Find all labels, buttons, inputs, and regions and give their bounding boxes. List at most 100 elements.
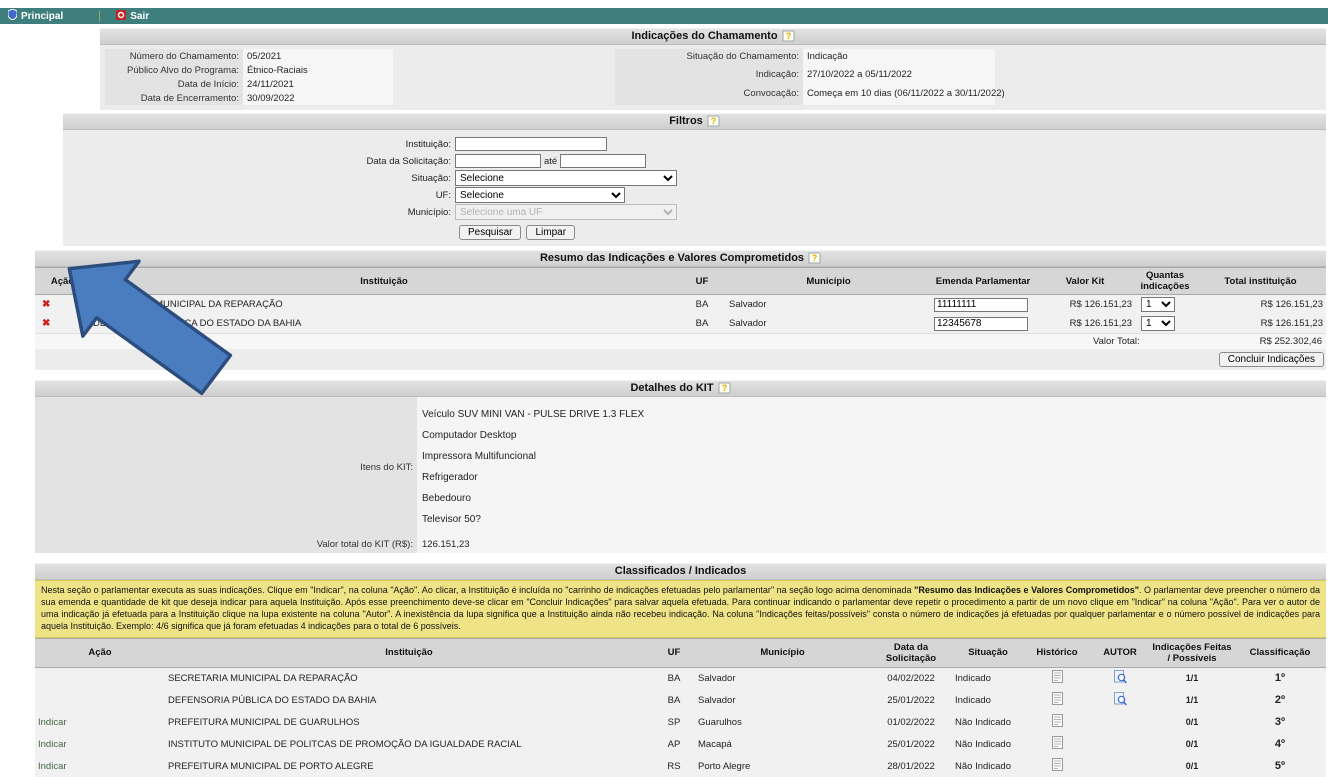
data-inicio-input[interactable] <box>455 154 541 168</box>
classificacao-cell: 1º <box>1234 667 1326 689</box>
help-icon[interactable]: ? <box>782 30 795 42</box>
uf-label: UF: <box>63 190 455 201</box>
instituicao-cell: SECRETARIA MUNICIPAL DA REPARAÇÃO <box>90 295 678 315</box>
kit-items-list: Veículo SUV MINI VAN - PULSE DRIVE 1.3 F… <box>417 397 1326 537</box>
municipio-cell: Salvador <box>726 314 931 333</box>
col-situacao: Situação <box>952 638 1024 667</box>
uf-select[interactable]: Selecione <box>455 187 625 203</box>
browser-crop-strip <box>0 0 1328 8</box>
situacao-cell: Não Indicado <box>952 733 1024 755</box>
quantas-select[interactable]: 1 <box>1141 297 1175 312</box>
col-municipio: Município <box>695 638 870 667</box>
table-row: Indicar PREFEITURA MUNICIPAL DE GUARULHO… <box>35 711 1326 733</box>
historico-document-icon[interactable] <box>1052 675 1063 686</box>
col-indicacoes-feitas: Indicações Feitas / Possíveis <box>1150 638 1234 667</box>
section-title-filtros: Filtros ? <box>63 113 1326 130</box>
field-label: Data de Encerramento: <box>105 91 243 105</box>
valor-kit-cell: R$ 126.151,23 <box>1035 314 1135 333</box>
historico-document-icon[interactable] <box>1052 741 1063 752</box>
help-icon[interactable]: ? <box>808 252 821 264</box>
situacao-cell: Indicado <box>952 689 1024 711</box>
resumo-table: Ação Instituição UF Município Emenda Par… <box>35 267 1326 333</box>
col-uf: UF <box>678 268 726 295</box>
field-value: 30/09/2022 <box>243 91 393 105</box>
situacao-cell: Indicado <box>952 667 1024 689</box>
delete-icon[interactable]: ✖ <box>38 299 50 310</box>
chamamento-fields-right: Situação do Chamamento: Indicação Indica… <box>615 49 995 105</box>
resumo-header-row: Ação Instituição UF Município Emenda Par… <box>35 268 1326 295</box>
instituicao-input[interactable] <box>455 137 607 151</box>
historico-document-icon[interactable] <box>1052 697 1063 708</box>
indicar-link[interactable]: Indicar <box>38 761 67 772</box>
help-icon[interactable]: ? <box>707 115 720 127</box>
situacao-select[interactable]: Selecione <box>455 170 677 186</box>
col-historico: Histórico <box>1024 638 1090 667</box>
table-row: DEFENSORIA PÚBLICA DO ESTADO DA BAHIA BA… <box>35 689 1326 711</box>
indicacoes-cell: 1/1 <box>1150 667 1234 689</box>
historico-document-icon[interactable] <box>1052 719 1063 730</box>
municipio-cell: Salvador <box>726 295 931 315</box>
autor-cell-empty <box>1090 711 1150 733</box>
table-row: ✖ DEFENSORIA PÚBLICA DO ESTADO DA BAHIA … <box>35 314 1326 333</box>
instituicao-cell: INSTITUTO MUNICIPAL DE POLITCAS DE PROMO… <box>165 733 653 755</box>
indicar-link[interactable]: Indicar <box>38 717 67 728</box>
autor-cell-empty <box>1090 733 1150 755</box>
indicacoes-cell: 0/1 <box>1150 755 1234 777</box>
historico-document-icon[interactable] <box>1052 763 1063 774</box>
autor-magnifier-icon[interactable] <box>1114 676 1127 687</box>
section-title-classificados: Classificados / Indicados <box>35 563 1326 580</box>
emenda-input[interactable] <box>934 298 1028 312</box>
indicar-link[interactable]: Indicar <box>38 739 67 750</box>
delete-icon[interactable]: ✖ <box>38 318 50 329</box>
uf-cell: BA <box>678 295 726 315</box>
instituicao-label: Instituição: <box>63 139 455 150</box>
col-uf: UF <box>653 638 695 667</box>
field-value: 05/2021 <box>243 49 393 63</box>
municipio-cell: Macapá <box>695 733 870 755</box>
col-acao: Ação <box>35 638 165 667</box>
classificacao-cell: 4º <box>1234 733 1326 755</box>
classificacao-cell: 3º <box>1234 711 1326 733</box>
filtros-title: Filtros <box>669 115 703 127</box>
instituicao-cell: DEFENSORIA PÚBLICA DO ESTADO DA BAHIA <box>165 689 653 711</box>
note-bold-text: "Resumo das Indicações e Valores Comprom… <box>914 585 1139 595</box>
col-data-solicitacao: Data da Solicitação <box>870 638 952 667</box>
field-label: Data de Início: <box>105 77 243 91</box>
data-fim-input[interactable] <box>560 154 646 168</box>
section-resumo: Resumo das Indicações e Valores Comprome… <box>35 250 1326 370</box>
pesquisar-button[interactable]: Pesquisar <box>459 225 521 240</box>
municipio-select[interactable]: Selecione uma UF <box>455 204 677 220</box>
col-total: Total instituição <box>1195 268 1326 295</box>
kit-title: Detalhes do KIT <box>630 382 713 394</box>
classificados-title: Classificados / Indicados <box>615 565 746 577</box>
page-title: Indicações do Chamamento <box>631 30 777 42</box>
valor-kit-cell: R$ 126.151,23 <box>1035 295 1135 315</box>
emenda-input[interactable] <box>934 317 1028 331</box>
help-icon[interactable]: ? <box>718 382 731 394</box>
autor-magnifier-icon[interactable] <box>1114 698 1127 709</box>
list-item: Impressora Multifuncional <box>422 451 1326 462</box>
ate-label: até <box>544 156 557 167</box>
menu-principal[interactable]: Principal <box>8 9 63 23</box>
instituicao-cell: DEFENSORIA PÚBLICA DO ESTADO DA BAHIA <box>90 314 678 333</box>
app-menubar: Principal Sair <box>0 8 1328 24</box>
col-instituicao: Instituição <box>165 638 653 667</box>
section-classificados: Classificados / Indicados Nesta seção o … <box>35 563 1326 777</box>
list-item: Bebedouro <box>422 493 1326 504</box>
data-cell: 04/02/2022 <box>870 667 952 689</box>
quantas-select[interactable]: 1 <box>1141 316 1175 331</box>
logout-icon <box>116 10 126 23</box>
concluir-indicacoes-button[interactable]: Concluir Indicações <box>1219 352 1324 367</box>
uf-cell: SP <box>653 711 695 733</box>
menu-sair[interactable]: Sair <box>116 10 149 23</box>
instituicao-cell: SECRETARIA MUNICIPAL DA REPARAÇÃO <box>165 667 653 689</box>
situacao-cell: Não Indicado <box>952 711 1024 733</box>
acao-cell <box>35 689 165 711</box>
field-value: 27/10/2022 a 05/11/2022 <box>803 68 995 87</box>
limpar-button[interactable]: Limpar <box>526 225 575 240</box>
col-emenda: Emenda Parlamentar <box>931 268 1035 295</box>
table-row: Indicar INSTITUTO MUNICIPAL DE POLITCAS … <box>35 733 1326 755</box>
field-label: Número do Chamamento: <box>105 49 243 63</box>
field-value: Indicação <box>803 49 995 68</box>
kit-valor-row: Valor total do KIT (R$): 126.151,23 <box>35 537 1326 553</box>
